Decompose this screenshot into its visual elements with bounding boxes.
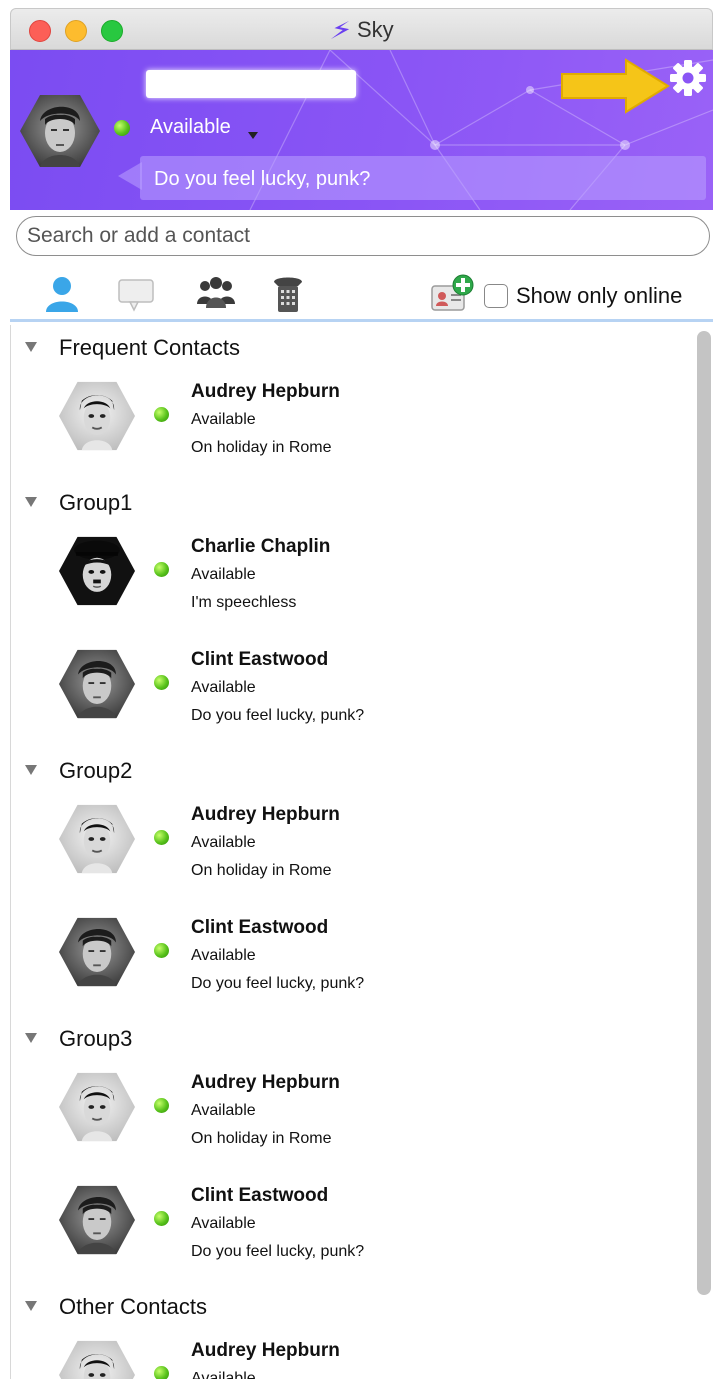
group-name: Group3	[59, 1026, 133, 1051]
contact-status: Available	[191, 1215, 256, 1232]
profile-header: Available Do you feel lucky, punk?	[10, 50, 713, 210]
contact-status: Available	[191, 834, 256, 851]
contact-name: Audrey Hepburn	[191, 804, 340, 825]
scrollbar[interactable]	[697, 331, 711, 1295]
contact-item[interactable]: Clint Eastwood Available Do you feel lucky…	[11, 1175, 691, 1275]
group-name: Group1	[59, 490, 133, 515]
contact-name: Clint Eastwood	[191, 917, 329, 938]
arrow-annotation-icon	[561, 58, 670, 114]
presence-indicator	[154, 407, 169, 422]
contact-avatar	[59, 917, 135, 987]
contact-mood: On holiday in Rome	[191, 439, 332, 456]
my-status-selector[interactable]: Available	[150, 116, 231, 139]
contact-avatar	[59, 1072, 135, 1142]
sky-logo-icon	[330, 20, 350, 40]
contact-name: Audrey Hepburn	[191, 381, 340, 402]
chat-icon[interactable]	[114, 274, 158, 314]
contact-avatar	[59, 804, 135, 874]
contact-mood: Do you feel lucky, punk?	[191, 707, 365, 724]
expand-triangle-icon[interactable]	[25, 497, 37, 507]
presence-indicator	[154, 1211, 169, 1226]
contact-status: Available	[191, 1370, 256, 1379]
presence-indicator	[154, 1098, 169, 1113]
contact-item[interactable]: Charlie Chaplin Available I'm speechless	[11, 526, 691, 626]
contact-avatar	[59, 1185, 135, 1255]
contact-mood: On holiday in Rome	[191, 862, 332, 879]
title-bar: Sky	[10, 8, 713, 50]
contact-item[interactable]: Clint Eastwood Available Do you feel lucky…	[11, 907, 691, 1007]
contact-mood: Do you feel lucky, punk?	[191, 1243, 365, 1260]
contact-mood: I'm speechless	[191, 594, 297, 611]
contact-list[interactable]: Frequent Contacts Audrey Hepburn Available…	[10, 325, 713, 1379]
contact-status: Available	[191, 411, 256, 428]
show-only-online-checkbox[interactable]	[484, 284, 508, 308]
contact-avatar	[59, 1340, 135, 1379]
expand-triangle-icon[interactable]	[25, 342, 37, 352]
contact-name: Audrey Hepburn	[191, 1340, 340, 1361]
my-presence-indicator	[114, 120, 130, 136]
add-contact-icon[interactable]	[430, 274, 476, 314]
contact-name: Audrey Hepburn	[191, 1072, 340, 1093]
contact-status: Available	[191, 947, 256, 964]
presence-indicator	[154, 675, 169, 690]
contact-item[interactable]: Clint Eastwood Available Do you feel lucky…	[11, 639, 691, 739]
contact-item[interactable]: Audrey Hepburn Available On holiday in Rom…	[11, 794, 691, 894]
group-name: Group2	[59, 758, 133, 783]
close-button[interactable]	[29, 20, 51, 42]
toolbar: Show only online	[10, 264, 713, 322]
contacts-icon[interactable]	[40, 274, 84, 314]
contact-avatar	[59, 381, 135, 451]
mood-bubble-tail	[118, 162, 142, 190]
presence-indicator	[154, 1366, 169, 1379]
contact-item[interactable]: Audrey HepburnAvailableOn holiday in Rom…	[11, 1330, 691, 1379]
group-name: Other Contacts	[59, 1294, 207, 1319]
expand-triangle-icon[interactable]	[25, 1301, 37, 1311]
my-name-redacted	[146, 70, 356, 98]
show-only-online-label: Show only online	[516, 283, 683, 308]
presence-indicator	[154, 562, 169, 577]
dialpad-icon[interactable]	[266, 274, 310, 314]
contact-avatar	[59, 536, 135, 606]
search-input[interactable]	[16, 216, 710, 256]
expand-triangle-icon[interactable]	[25, 765, 37, 775]
contact-name: Clint Eastwood	[191, 1185, 329, 1206]
settings-gear-icon[interactable]	[668, 58, 708, 98]
status-dropdown-caret-icon[interactable]	[248, 132, 258, 139]
contact-status: Available	[191, 679, 256, 696]
contact-avatar	[59, 649, 135, 719]
groups-icon[interactable]	[194, 274, 238, 314]
expand-triangle-icon[interactable]	[25, 1033, 37, 1043]
contact-status: Available	[191, 566, 256, 583]
presence-indicator	[154, 830, 169, 845]
presence-indicator	[154, 943, 169, 958]
contact-status: Available	[191, 1102, 256, 1119]
contact-item[interactable]: Audrey Hepburn Available On holiday in Rom…	[11, 1062, 691, 1162]
maximize-button[interactable]	[101, 20, 123, 42]
contact-name: Clint Eastwood	[191, 649, 329, 670]
window-title: Sky	[329, 17, 394, 42]
contact-mood: On holiday in Rome	[191, 1130, 332, 1147]
window-title-text: Sky	[357, 17, 394, 42]
group-name: Frequent Contacts	[59, 335, 240, 360]
contact-item[interactable]: Audrey Hepburn Available On holiday in Rom…	[11, 371, 691, 471]
mood-message-text[interactable]: Do you feel lucky, punk?	[154, 168, 370, 191]
search-bar	[10, 210, 713, 264]
contact-mood: Do you feel lucky, punk?	[191, 975, 365, 992]
minimize-button[interactable]	[65, 20, 87, 42]
contact-name: Charlie Chaplin	[191, 536, 331, 557]
